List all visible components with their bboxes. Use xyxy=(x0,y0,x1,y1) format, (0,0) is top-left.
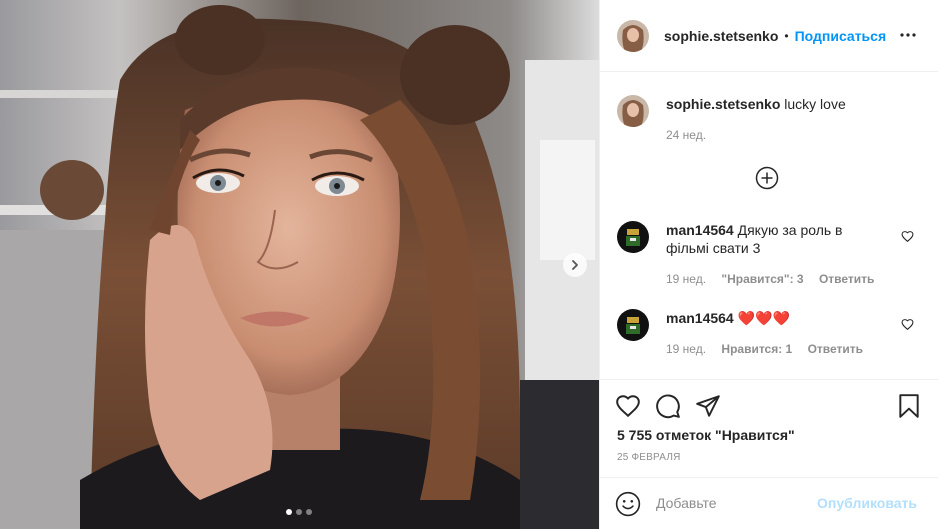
comment-username[interactable]: man14564 xyxy=(666,222,734,238)
add-comment-bar: Опубликовать xyxy=(600,477,938,529)
comment-item: man14564 ❤️❤️❤️ xyxy=(617,309,917,341)
share-icon[interactable] xyxy=(695,393,721,419)
caption-username[interactable]: sophie.stetsenko xyxy=(666,96,780,112)
chevron-right-icon xyxy=(572,260,578,270)
comment-item: man14564 Дякую за роль в фільмі свати 3 xyxy=(617,221,917,257)
carousel-dots xyxy=(286,509,312,515)
comment-text: ❤️❤️❤️ xyxy=(737,310,790,326)
comment-time[interactable]: 19 нед. xyxy=(666,272,706,286)
author-avatar[interactable] xyxy=(617,19,649,52)
comment-meta: 19 нед. "Нравится": 3 Ответить xyxy=(666,272,886,286)
separator-bullet: • xyxy=(784,28,789,43)
caption-meta: 24 нед. xyxy=(666,128,718,142)
comment-likes[interactable]: "Нравится": 3 xyxy=(721,272,803,286)
reply-button[interactable]: Ответить xyxy=(819,272,874,286)
selfie-image xyxy=(0,0,599,529)
reply-button[interactable]: Ответить xyxy=(808,342,863,356)
bookmark-icon[interactable] xyxy=(896,393,922,419)
author-username[interactable]: sophie.stetsenko xyxy=(664,28,778,44)
comment-icon[interactable] xyxy=(655,393,681,419)
post-photo[interactable] xyxy=(0,0,599,529)
emoji-icon[interactable] xyxy=(615,491,641,517)
comment-time[interactable]: 19 нед. xyxy=(666,342,706,356)
caption-text-block: sophie.stetsenko lucky love xyxy=(666,95,846,127)
more-horizontal-icon xyxy=(900,33,916,37)
comments-list[interactable]: sophie.stetsenko lucky love 24 нед. man1… xyxy=(600,73,938,379)
avatar-image xyxy=(617,95,649,127)
publish-button[interactable]: Опубликовать xyxy=(817,495,917,511)
comment-text-block: man14564 Дякую за роль в фільмі свати 3 xyxy=(666,221,876,257)
post-caption: sophie.stetsenko lucky love xyxy=(617,95,917,127)
post-header: sophie.stetsenko • Подписаться xyxy=(600,0,938,72)
carousel-dot xyxy=(306,509,312,515)
more-options-button[interactable] xyxy=(900,27,916,43)
post-date[interactable]: 25 ФЕВРАЛЯ xyxy=(617,452,681,463)
carousel-dot xyxy=(296,509,302,515)
caption-text: lucky love xyxy=(784,96,846,112)
avatar-image xyxy=(617,309,649,341)
caption-avatar[interactable] xyxy=(617,95,649,127)
likes-count[interactable]: 5 755 отметок "Нравится" xyxy=(617,427,795,443)
heart-icon[interactable] xyxy=(615,393,641,419)
carousel-dot-active xyxy=(286,509,292,515)
post-actions: 5 755 отметок "Нравится" 25 ФЕВРАЛЯ xyxy=(600,379,938,477)
comment-text-block: man14564 ❤️❤️❤️ xyxy=(666,309,876,341)
avatar-image xyxy=(617,221,649,253)
plus-circle-icon[interactable] xyxy=(755,166,779,190)
follow-button[interactable]: Подписаться xyxy=(795,28,887,44)
comment-meta: 19 нед. Нравится: 1 Ответить xyxy=(666,342,875,356)
commenter-avatar[interactable] xyxy=(617,309,649,341)
like-comment-heart-icon[interactable] xyxy=(901,230,914,243)
comment-username[interactable]: man14564 xyxy=(666,310,734,326)
like-comment-heart-icon[interactable] xyxy=(901,318,914,331)
caption-time[interactable]: 24 нед. xyxy=(666,128,706,142)
avatar-image xyxy=(617,19,649,52)
commenter-avatar[interactable] xyxy=(617,221,649,253)
carousel-next-button[interactable] xyxy=(563,253,587,277)
comment-likes[interactable]: Нравится: 1 xyxy=(721,342,792,356)
post-side-panel: sophie.stetsenko • Подписаться sophie.st… xyxy=(599,0,938,529)
